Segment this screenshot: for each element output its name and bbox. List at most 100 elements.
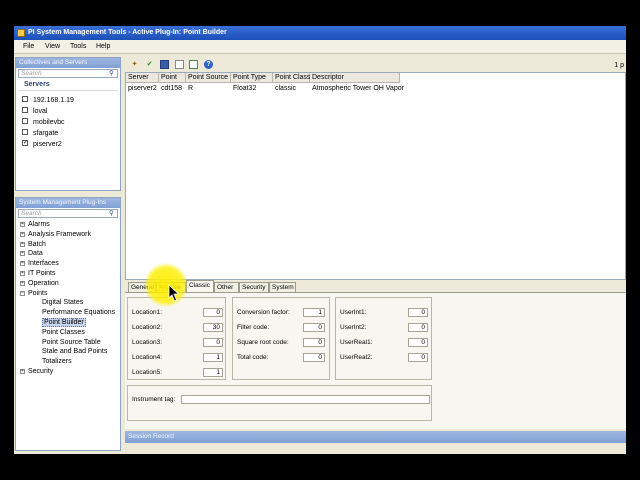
tab-security[interactable]: Security — [239, 282, 269, 292]
grid-cell[interactable]: Atmospheric Tower OH Vapor — [310, 84, 442, 93]
menu-tools[interactable]: Tools — [70, 43, 86, 50]
locations-group: Location1: 0 Location2: 30 Location3: 0 Locati… — [127, 297, 226, 380]
grid-cell[interactable]: piserver2 — [126, 84, 161, 93]
field-value-input[interactable]: 0 — [408, 338, 428, 347]
checkbox-icon[interactable]: ✓ — [22, 140, 28, 147]
tree-item-label: Batch — [28, 240, 46, 248]
grid-cell[interactable]: classic — [273, 84, 312, 93]
expand-icon[interactable]: + — [20, 261, 25, 267]
collectives-panel: Collectives and Servers Search ⚲ Servers… — [15, 57, 121, 191]
expand-icon[interactable]: + — [20, 231, 25, 237]
tree-item[interactable]: + Security — [20, 367, 53, 376]
collapse-icon[interactable]: − — [20, 290, 25, 296]
checkbox-icon[interactable] — [22, 129, 28, 136]
expand-icon[interactable]: + — [20, 251, 25, 257]
grid-column-header[interactable]: Point — [159, 73, 186, 83]
help-icon[interactable]: ? — [204, 60, 213, 69]
field-value-input[interactable]: 1 — [203, 353, 223, 362]
field-value-input[interactable]: 0 — [408, 323, 428, 332]
grid-column-header[interactable]: Point Class — [273, 73, 310, 83]
search-icon[interactable]: ⚲ — [109, 210, 116, 217]
grid-cell[interactable]: Float32 — [231, 84, 275, 93]
new-document-icon[interactable] — [175, 60, 184, 69]
server-item[interactable]: ✓ piserver2 — [22, 140, 62, 149]
expand-icon[interactable]: + — [20, 241, 25, 247]
grid-cell[interactable]: cdt158 — [159, 84, 188, 93]
tree-item[interactable]: + IT Points — [20, 269, 56, 278]
checkbox-icon[interactable] — [22, 96, 28, 103]
tree-item[interactable]: Point Source Table — [42, 338, 101, 347]
field-label: Location3: — [132, 339, 162, 346]
field-value-input[interactable]: 0 — [303, 353, 325, 362]
expand-icon[interactable]: + — [20, 222, 25, 227]
field-value-input[interactable]: 0 — [408, 308, 428, 317]
plugins-search-input[interactable]: Search ⚲ — [18, 209, 118, 218]
field-value-input[interactable]: 0 — [303, 338, 325, 347]
check-icon[interactable]: ✔ — [145, 60, 154, 69]
menu-file[interactable]: File — [23, 43, 34, 50]
field-value-input[interactable]: 30 — [203, 323, 223, 332]
tree-item[interactable]: + Interfaces — [20, 259, 59, 268]
tree-item-label: Interfaces — [28, 260, 59, 268]
tree-item[interactable]: Totalizers — [42, 357, 72, 366]
field-label: Location5: — [132, 369, 162, 376]
tree-item[interactable]: Point Classes — [42, 328, 85, 337]
wand-icon[interactable]: ✦ — [130, 60, 139, 69]
expand-icon[interactable]: + — [20, 280, 25, 286]
search-icon[interactable]: ⚲ — [109, 70, 116, 77]
tree-item[interactable]: Performance Equations — [42, 308, 115, 317]
window-title: PI System Management Tools - Active Plug… — [28, 29, 227, 36]
instrument-tag-input[interactable] — [181, 395, 430, 404]
title-bar[interactable]: PI System Management Tools - Active Plug… — [14, 26, 626, 40]
server-name: loval — [33, 108, 48, 115]
expand-icon[interactable]: + — [20, 271, 25, 276]
field-value-input[interactable]: 0 — [203, 308, 223, 317]
server-item[interactable]: loval — [22, 107, 47, 116]
checkbox-icon[interactable] — [22, 118, 28, 125]
grid-column-header[interactable]: Point Type — [231, 73, 273, 83]
tree-item[interactable]: Digital States — [42, 298, 83, 307]
collectives-search-input[interactable]: Search ⚲ — [18, 69, 118, 78]
tree-item[interactable]: Point Builder — [42, 318, 86, 327]
tree-item-label: Totalizers — [42, 358, 72, 366]
grid-column-header[interactable]: Point Source — [186, 73, 231, 83]
menu-view[interactable]: View — [45, 43, 60, 50]
collectives-search-placeholder: Search — [21, 70, 42, 77]
field-value-input[interactable]: 1 — [303, 308, 325, 317]
save-icon[interactable] — [160, 60, 169, 69]
tree-item[interactable]: + Data — [20, 249, 43, 258]
menu-help[interactable]: Help — [96, 43, 110, 50]
codes-group: Conversion factor: 1 Filter code: 0 Square r… — [232, 297, 330, 380]
tab-system[interactable]: System — [269, 282, 296, 292]
tree-item[interactable]: Stale and Bad Points — [42, 347, 107, 356]
server-item[interactable]: 192.168.1.19 — [22, 96, 74, 105]
server-item[interactable]: sfargate — [22, 129, 58, 138]
app-window: PI System Management Tools - Active Plug… — [14, 26, 626, 454]
field-label: Conversion factor: — [237, 309, 290, 316]
grid-column-header[interactable]: Descriptor — [310, 73, 400, 83]
tree-item[interactable]: + Batch — [20, 240, 46, 249]
tree-item[interactable]: + Alarms — [20, 220, 50, 229]
grid-column-header[interactable]: Server — [126, 73, 159, 83]
servers-column-header[interactable]: Servers — [18, 80, 118, 91]
tree-item-label: Data — [28, 250, 43, 258]
tree-item-label: Digital States — [42, 299, 84, 307]
session-record-header[interactable]: Session Record — [125, 431, 626, 443]
plugins-panel: System Management Plug-Ins Search ⚲ + Ala… — [15, 197, 121, 451]
field-value-input[interactable]: 0 — [303, 323, 325, 332]
tree-item[interactable]: + Analysis Framework — [20, 230, 91, 239]
tree-item-label: Point Source Table — [42, 338, 101, 346]
field-value-input[interactable]: 0 — [408, 353, 428, 362]
tab-classic[interactable]: Classic — [186, 280, 214, 292]
grid-cell[interactable]: R — [186, 84, 233, 93]
tree-item[interactable]: − Points — [20, 289, 47, 298]
tree-item[interactable]: + Operation — [20, 279, 59, 288]
tree-item-label: Performance Equations — [42, 309, 116, 317]
field-value-input[interactable]: 0 — [203, 338, 223, 347]
checkbox-icon[interactable] — [22, 107, 28, 114]
tab-other[interactable]: Other — [214, 282, 239, 292]
field-value-input[interactable]: 1 — [203, 368, 223, 377]
export-icon[interactable] — [189, 60, 198, 69]
server-item[interactable]: mobilevbc — [22, 118, 65, 127]
expand-icon[interactable]: + — [20, 369, 25, 374]
